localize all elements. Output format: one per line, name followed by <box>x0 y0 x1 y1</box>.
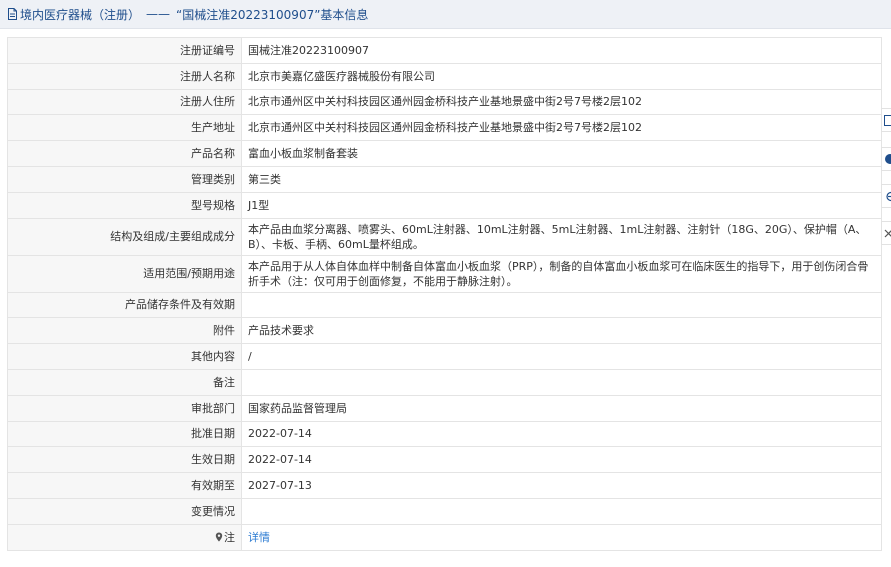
table-row: 备注 <box>7 368 882 396</box>
row-label: 注册人住所 <box>7 88 242 116</box>
row-value: 北京市美嘉亿盛医疗器械股份有限公司 <box>241 62 882 90</box>
table-row: 管理类别 第三类 <box>7 165 882 193</box>
table-row: 生效日期 2022-07-14 <box>7 446 882 474</box>
row-label: 产品储存条件及有效期 <box>7 291 242 319</box>
row-label: 适用范围/预期用途 <box>7 254 242 293</box>
side-tab-chat[interactable] <box>881 147 891 171</box>
row-label: 型号规格 <box>7 191 242 219</box>
row-value: 国械注准20223100907 <box>241 37 882 64</box>
row-value: 本产品用于从人体自体血样中制备自体富血小板血浆（PRP），制备的自体富血小板血浆… <box>241 254 882 293</box>
note-label: 注 <box>7 523 242 551</box>
row-label: 审批部门 <box>7 394 242 422</box>
table-row: 附件 产品技术要求 <box>7 317 882 345</box>
table-row: 产品名称 富血小板血浆制备套装 <box>7 140 882 167</box>
pin-icon <box>215 531 223 542</box>
table-row: 结构及组成/主要组成成分 本产品由血浆分离器、喷雾头、60mL注射器、10mL注射… <box>7 217 882 256</box>
row-value: 产品技术要求 <box>241 317 882 345</box>
row-value: 富血小板血浆制备套装 <box>241 140 882 167</box>
table-row: 有效期至 2027-07-13 <box>7 472 882 499</box>
table-row: 注册人住所 北京市通州区中关村科技园区通州园金桥科技产业基地景盛中街2号7号楼2层… <box>7 88 882 116</box>
header-subtitle: “国械注准20223100907”基本信息 <box>176 7 369 22</box>
header-title: 境内医疗器械（注册） <box>20 7 141 22</box>
share-icon <box>884 191 891 202</box>
row-value: 2022-07-14 <box>241 420 882 448</box>
row-label: 产品名称 <box>7 140 242 167</box>
row-label: 附件 <box>7 317 242 345</box>
row-value: 2027-07-13 <box>241 472 882 499</box>
row-label: 变更情况 <box>7 497 242 525</box>
registration-info-table: 注册证编号 国械注准20223100907 注册人名称 北京市美嘉亿盛医疗器械股份有… <box>7 37 882 551</box>
row-label: 注册证编号 <box>7 37 242 64</box>
table-row: 变更情况 <box>7 497 882 525</box>
row-value <box>241 497 882 525</box>
close-icon <box>884 228 891 238</box>
row-value: 国家药品监督管理局 <box>241 394 882 422</box>
table-row: 产品储存条件及有效期 <box>7 291 882 319</box>
row-label: 注册人名称 <box>7 62 242 90</box>
row-value: / <box>241 343 882 370</box>
row-value: 第三类 <box>241 165 882 193</box>
side-tab-close[interactable] <box>881 221 891 245</box>
document-icon <box>884 114 891 126</box>
chat-icon <box>884 154 891 164</box>
table-row: 其他内容 / <box>7 343 882 370</box>
side-tab-share[interactable] <box>881 184 891 208</box>
note-value: 详情 <box>241 523 882 551</box>
table-row: 型号规格 J1型 <box>7 191 882 219</box>
table-row: 生产地址 北京市通州区中关村科技园区通州园金桥科技产业基地景盛中街2号7号楼2层1… <box>7 114 882 142</box>
row-value <box>241 291 882 319</box>
row-value: J1型 <box>241 191 882 219</box>
row-label: 生产地址 <box>7 114 242 142</box>
table-row: 审批部门 国家药品监督管理局 <box>7 394 882 422</box>
row-label: 批准日期 <box>7 420 242 448</box>
row-value: 2022-07-14 <box>241 446 882 474</box>
row-value: 北京市通州区中关村科技园区通州园金桥科技产业基地景盛中街2号7号楼2层102 <box>241 114 882 142</box>
document-icon <box>7 8 18 20</box>
table-row: 适用范围/预期用途 本产品用于从人体自体血样中制备自体富血小板血浆（PRP），制备… <box>7 254 882 293</box>
side-tab-document[interactable] <box>881 108 891 132</box>
row-label: 其他内容 <box>7 343 242 370</box>
page-header: 境内医疗器械（注册） —— “国械注准20223100907”基本信息 <box>0 0 891 29</box>
row-label: 生效日期 <box>7 446 242 474</box>
row-label: 结构及组成/主要组成成分 <box>7 217 242 256</box>
row-value: 本产品由血浆分离器、喷雾头、60mL注射器、10mL注射器、5mL注射器、1mL… <box>241 217 882 256</box>
row-value: 北京市通州区中关村科技园区通州园金桥科技产业基地景盛中街2号7号楼2层102 <box>241 88 882 116</box>
row-label: 管理类别 <box>7 165 242 193</box>
header-separator: —— <box>146 7 171 21</box>
row-value <box>241 368 882 396</box>
note-row: 注 详情 <box>7 523 882 551</box>
note-label-text: 注 <box>224 530 235 544</box>
row-label: 备注 <box>7 368 242 396</box>
row-label: 有效期至 <box>7 472 242 499</box>
table-row: 注册人名称 北京市美嘉亿盛医疗器械股份有限公司 <box>7 62 882 90</box>
table-row: 注册证编号 国械注准20223100907 <box>7 37 882 64</box>
details-link[interactable]: 详情 <box>248 531 270 544</box>
table-row: 批准日期 2022-07-14 <box>7 420 882 448</box>
